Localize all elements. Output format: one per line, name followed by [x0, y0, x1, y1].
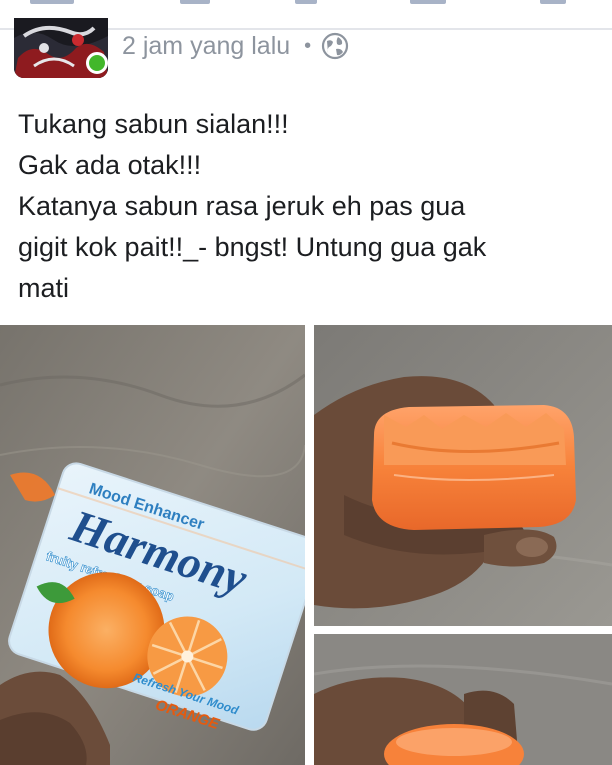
- toolbar-tab-stub[interactable]: [180, 0, 210, 4]
- meta-separator: •: [304, 34, 312, 57]
- post-body: Tukang sabun sialan!!! Gak ada otak!!! K…: [18, 104, 598, 309]
- photo-soap-closeup[interactable]: [314, 634, 612, 765]
- post-text-line: mati: [18, 273, 70, 303]
- facebook-post: 2 jam yang lalu • Tukang sabun sialan!!!…: [0, 0, 612, 765]
- toolbar-tab-stub[interactable]: [410, 0, 446, 4]
- toolbar-tab-stub[interactable]: [540, 0, 566, 4]
- toolbar-tab-stub[interactable]: [295, 0, 317, 4]
- post-text-line: Katanya sabun rasa jeruk eh pas gua: [18, 191, 466, 221]
- online-status-dot: [86, 52, 108, 74]
- globe-icon[interactable]: [321, 32, 349, 60]
- photo-soap-pack[interactable]: Mood Enhancer Harmony fruity refreshing …: [0, 325, 305, 765]
- post-meta: 2 jam yang lalu •: [122, 29, 349, 63]
- post-text-line: Gak ada otak!!!: [18, 150, 202, 180]
- post-timestamp[interactable]: 2 jam yang lalu: [122, 32, 290, 61]
- toolbar-tab-stub[interactable]: [30, 0, 74, 4]
- photo-bitten-soap[interactable]: [314, 325, 612, 626]
- post-text-line: Tukang sabun sialan!!!: [18, 109, 289, 139]
- post-text-line: gigit kok pait!!_- bngst! Untung gua gak: [18, 232, 487, 262]
